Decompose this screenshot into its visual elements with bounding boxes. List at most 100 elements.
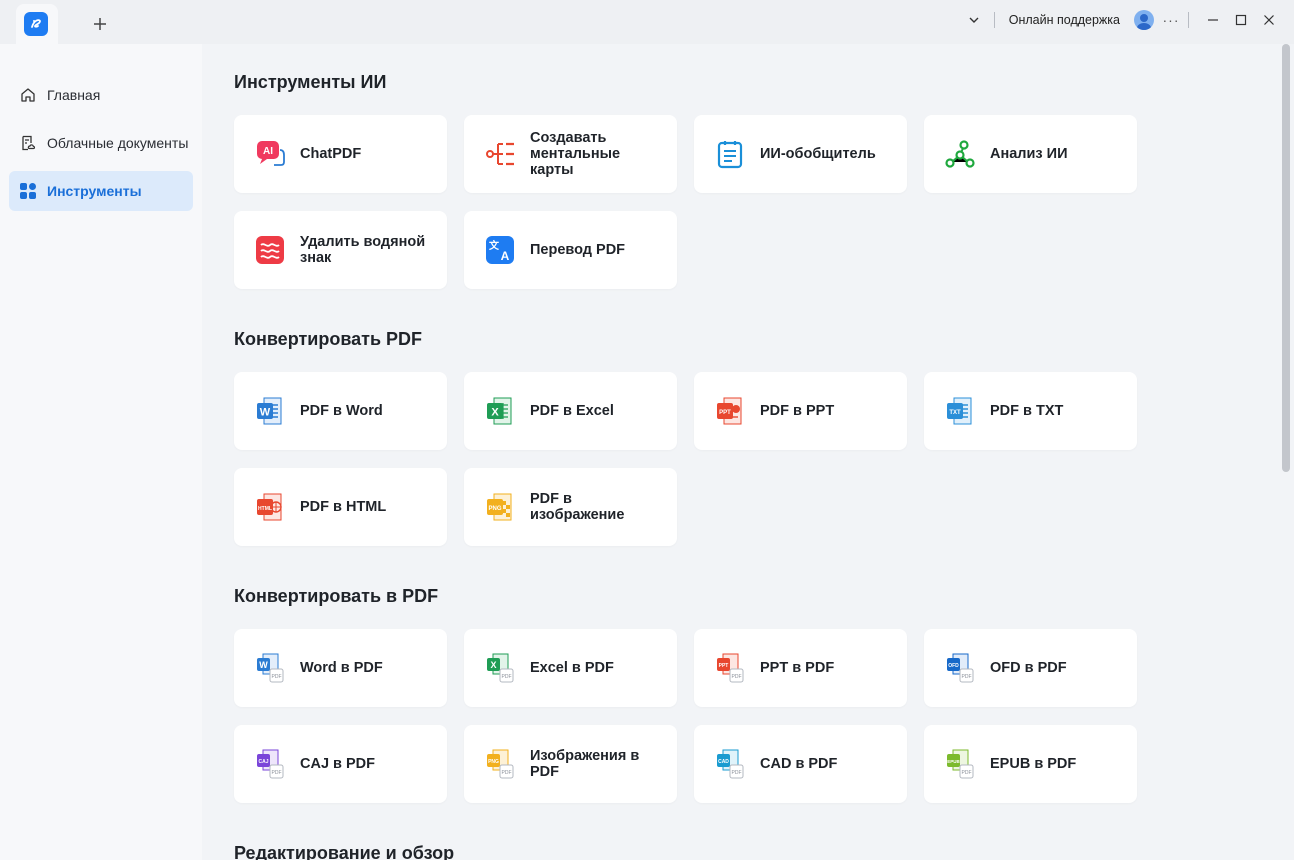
vertical-scrollbar[interactable] (1280, 44, 1294, 860)
sidebar-item-label: Инструменты (47, 183, 142, 199)
sidebar-item-label: Главная (47, 87, 101, 103)
svg-text:TXT: TXT (949, 410, 961, 416)
tool-card-pdf-to-txt[interactable]: TXT PDF в TXT (924, 372, 1137, 450)
tool-card-label: Анализ ИИ (990, 146, 1068, 162)
svg-text:X: X (491, 407, 499, 419)
svg-text:PDF: PDF (962, 770, 972, 776)
svg-text:PNG: PNG (488, 759, 499, 765)
svg-text:EPUB: EPUB (947, 759, 960, 764)
svg-text:PDF: PDF (272, 770, 282, 776)
ai-analysis-icon (944, 138, 976, 170)
sidebar-item-tools[interactable]: Инструменты (9, 171, 193, 211)
sidebar-item-home[interactable]: Главная (9, 75, 193, 115)
tool-card-ppt-to-pdf[interactable]: PPT PDF PPT в PDF (694, 629, 907, 707)
more-options-icon[interactable]: ··· (1160, 10, 1182, 30)
chatpdf-ai-icon: AI (254, 138, 286, 170)
maximize-icon[interactable] (1230, 9, 1252, 31)
svg-text:PDF: PDF (962, 674, 972, 680)
tool-card-epub-to-pdf[interactable]: EPUB PDF EPUB в PDF (924, 725, 1137, 803)
tool-card-excel-to-pdf[interactable]: X PDF Excel в PDF (464, 629, 677, 707)
word-to-pdf-icon: W PDF (254, 652, 286, 684)
tool-card-mind-map[interactable]: Создавать ментальные карты (464, 115, 677, 193)
cloud-docs-icon (19, 134, 37, 152)
word-file-icon: W (254, 395, 286, 427)
tool-card-label: Создавать ментальные карты (530, 130, 621, 178)
tool-card-label: PDF в TXT (990, 403, 1064, 419)
tool-card-word-to-pdf[interactable]: W PDF Word в PDF (234, 629, 447, 707)
svg-text:X: X (490, 660, 496, 670)
tool-card-remove-watermark[interactable]: Удалить водяной знак (234, 211, 447, 289)
home-icon (19, 86, 37, 104)
svg-text:A: A (501, 249, 510, 263)
tool-card-label: Word в PDF (300, 660, 383, 676)
svg-text:CAJ: CAJ (258, 759, 268, 765)
tools-content: Инструменты ИИ AI ChatPDF Создавать мент… (202, 44, 1280, 860)
tool-card-ai-analysis[interactable]: Анализ ИИ (924, 115, 1137, 193)
svg-text:W: W (259, 660, 268, 670)
tool-card-caj-to-pdf[interactable]: CAJ PDF CAJ в PDF (234, 725, 447, 803)
tool-card-translate-pdf[interactable]: 文A Перевод PDF (464, 211, 677, 289)
tool-card-chatpdf[interactable]: AI ChatPDF (234, 115, 447, 193)
tool-card-label: Перевод PDF (530, 242, 626, 258)
scrollbar-thumb[interactable] (1282, 44, 1290, 472)
html-file-icon: HTML (254, 491, 286, 523)
tool-card-label: Изображения в PDF (530, 748, 640, 780)
svg-text:PDF: PDF (732, 770, 742, 776)
tools-grid-icon (19, 182, 37, 200)
tool-card-label: PDF в PPT (760, 403, 835, 419)
online-support-link[interactable]: Онлайн поддержка (1009, 13, 1120, 27)
svg-text:CAD: CAD (718, 759, 729, 765)
title-bar: Онлайн поддержка ··· (0, 0, 1294, 44)
tool-card-label: CAJ в PDF (300, 756, 375, 772)
ppt-file-icon: PPT (714, 395, 746, 427)
sidebar-item-cloud-docs[interactable]: Облачные документы (9, 123, 193, 163)
svg-text:PNG: PNG (488, 506, 501, 512)
svg-text:HTML: HTML (258, 506, 272, 512)
tool-card-label: PDF в изображение (530, 491, 625, 523)
svg-text:PDF: PDF (502, 674, 512, 680)
svg-text:PPT: PPT (719, 663, 729, 669)
svg-text:W: W (260, 407, 271, 419)
translate-icon: 文A (484, 234, 516, 266)
svg-text:PDF: PDF (272, 674, 282, 680)
tool-card-pdf-to-ppt[interactable]: PPT PDF в PPT (694, 372, 907, 450)
svg-text:PDF: PDF (502, 770, 512, 776)
sidebar: Главная Облачные документы Инструменты (0, 44, 202, 860)
app-tab[interactable] (16, 4, 58, 44)
epub-to-pdf-icon: EPUB PDF (944, 748, 976, 780)
divider (993, 12, 995, 28)
svg-text:PDF: PDF (732, 674, 742, 680)
tool-card-label: Удалить водяной знак (300, 234, 426, 266)
cad-to-pdf-icon: CAD PDF (714, 748, 746, 780)
app-logo-icon (24, 12, 48, 36)
close-icon[interactable] (1258, 9, 1280, 31)
tool-card-cad-to-pdf[interactable]: CAD PDF CAD в PDF (694, 725, 907, 803)
tool-card-pdf-to-html[interactable]: HTML PDF в HTML (234, 468, 447, 546)
image-to-pdf-icon: PNG PDF (484, 748, 516, 780)
section-title-ai-tools: Инструменты ИИ (234, 72, 387, 92)
caj-to-pdf-icon: CAJ PDF (254, 748, 286, 780)
tool-card-ai-summarizer[interactable]: ИИ-обобщитель (694, 115, 907, 193)
tool-card-pdf-to-word[interactable]: W PDF в Word (234, 372, 447, 450)
tool-card-image-to-pdf[interactable]: PNG PDF Изображения в PDF (464, 725, 677, 803)
png-file-icon: PNG (484, 491, 516, 523)
new-tab-plus-icon[interactable] (88, 12, 112, 36)
user-avatar-icon[interactable] (1134, 10, 1154, 30)
tool-card-label: PPT в PDF (760, 660, 835, 676)
mind-map-icon (484, 138, 516, 170)
tool-card-pdf-to-image[interactable]: PNG PDF в изображение (464, 468, 677, 546)
tool-card-label: EPUB в PDF (990, 756, 1077, 772)
section-title-convert-to-pdf: Конвертировать в PDF (234, 586, 439, 606)
chevron-down-icon[interactable] (964, 10, 984, 30)
sidebar-item-label: Облачные документы (47, 135, 189, 151)
tool-card-label: CAD в PDF (760, 756, 838, 772)
minimize-icon[interactable] (1202, 9, 1224, 31)
remove-watermark-icon (254, 234, 286, 266)
svg-text:文: 文 (489, 239, 500, 252)
tool-card-label: ИИ-обобщитель (760, 146, 876, 162)
tool-card-label: ChatPDF (300, 146, 362, 162)
tool-card-ofd-to-pdf[interactable]: OFD PDF OFD в PDF (924, 629, 1137, 707)
tool-card-pdf-to-excel[interactable]: X PDF в Excel (464, 372, 677, 450)
section-title-edit-review: Редактирование и обзор (234, 843, 455, 860)
excel-file-icon: X (484, 395, 516, 427)
